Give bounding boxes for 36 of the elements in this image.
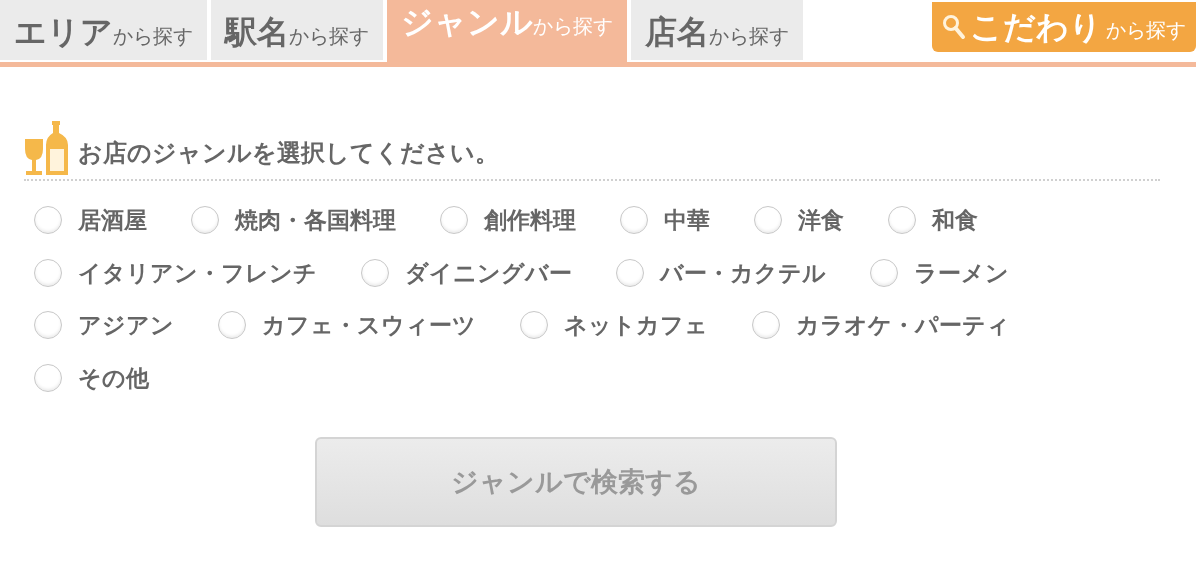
- radio-button[interactable]: [870, 258, 898, 287]
- radio-button[interactable]: [440, 206, 468, 235]
- genre-radio-option[interactable]: ネットカフェ: [520, 308, 708, 343]
- search-icon: [942, 14, 966, 40]
- glass-and-bottle-icon: [24, 119, 70, 177]
- genre-radio-option[interactable]: ダイニングバー: [361, 255, 572, 290]
- genre-radio-option[interactable]: カラオケ・パーティ: [752, 308, 1010, 343]
- genre-radio-option[interactable]: 洋食: [754, 203, 844, 238]
- radio-button[interactable]: [752, 311, 780, 340]
- tab[interactable]: 店名から探す: [631, 0, 803, 60]
- genre-radio-option[interactable]: イタリアン・フレンチ: [34, 255, 317, 290]
- radio-button[interactable]: [218, 311, 246, 340]
- genre-radio-option[interactable]: その他: [34, 360, 149, 395]
- radio-button[interactable]: [520, 311, 548, 340]
- radio-button[interactable]: [191, 206, 219, 235]
- genre-radio-option[interactable]: 創作料理: [440, 203, 576, 238]
- section-heading: お店のジャンルを選択してください。: [78, 138, 499, 169]
- radio-button[interactable]: [620, 206, 648, 235]
- radio-button[interactable]: [34, 258, 62, 287]
- radio-button[interactable]: [34, 311, 62, 340]
- radio-button[interactable]: [34, 363, 62, 392]
- radio-button[interactable]: [754, 206, 782, 235]
- genre-radio-option[interactable]: 和食: [888, 203, 978, 238]
- genre-radio-option[interactable]: 焼肉・各国料理: [191, 203, 396, 238]
- radio-button[interactable]: [34, 206, 62, 235]
- tab[interactable]: 駅名から探す: [211, 0, 383, 60]
- radio-button[interactable]: [361, 258, 389, 287]
- radio-button[interactable]: [616, 258, 644, 287]
- genre-radio-option[interactable]: アジアン: [34, 308, 174, 343]
- radio-button[interactable]: [888, 206, 916, 235]
- tab[interactable]: エリアから探す: [0, 0, 207, 60]
- genre-radio-option[interactable]: ラーメン: [870, 255, 1009, 290]
- genre-radio-option[interactable]: 居酒屋: [34, 203, 147, 238]
- genre-radio-option[interactable]: バー・カクテル: [616, 255, 826, 290]
- genre-radio-option[interactable]: 中華: [620, 203, 710, 238]
- genre-radio-option[interactable]: カフェ・スウィーツ: [218, 308, 476, 343]
